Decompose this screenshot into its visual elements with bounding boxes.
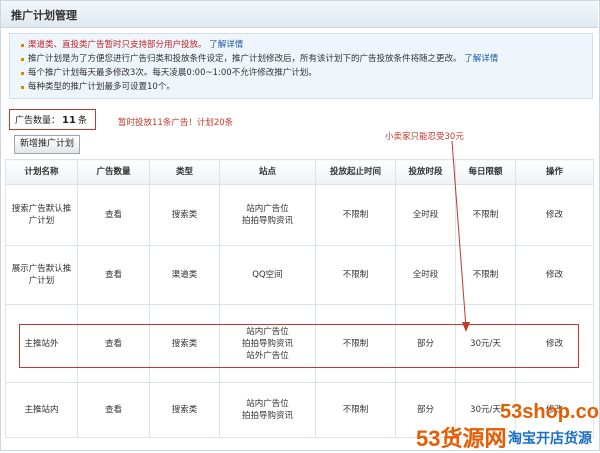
notice-item: 每个推广计划每天最多修改3次。每天凌晨0:00~1:00不允许修改推广计划。 <box>21 66 592 80</box>
plan-time-slot: 全时段 <box>395 184 456 246</box>
plan-daily-limit: 不限制 <box>455 245 516 305</box>
site-item: 拍拍导购资讯 <box>241 338 293 349</box>
plan-period: 不限制 <box>315 382 396 438</box>
view-ads-link[interactable]: 查看 <box>77 382 150 438</box>
plan-sites: 站内广告位 拍拍导购资讯 <box>219 184 316 246</box>
plan-time-slot: 全时段 <box>395 245 456 305</box>
ad-count-unit: 条 <box>77 116 87 126</box>
site-item: 站内广告位 <box>246 399 289 409</box>
view-ads-link[interactable]: 查看 <box>77 304 150 383</box>
plan-sites: QQ空间 <box>219 245 316 305</box>
site-item: 站外广告位 <box>246 350 289 361</box>
plan-period: 不限制 <box>315 245 396 305</box>
plan-daily-limit: 不限制 <box>455 184 516 246</box>
watermark-brand: 53货源网 <box>416 426 507 451</box>
plan-period: 不限制 <box>315 304 396 383</box>
edit-link[interactable]: 修改 <box>515 304 594 383</box>
plan-name-link[interactable]: 搜索广告默认推广计划 <box>5 184 78 246</box>
table-row: 搜索广告默认推广计划 查看 搜索类 站内广告位 拍拍导购资讯 不限制 全时段 不… <box>5 184 594 246</box>
plan-name-link[interactable]: 主推站内 <box>5 382 78 438</box>
learn-more-link[interactable]: 了解详情 <box>209 40 243 50</box>
ad-count-summary: 广告数量： 11 条 <box>15 113 87 126</box>
edit-link[interactable]: 修改 <box>515 184 594 246</box>
notice-highlight-text: 渠道类、直投类广告暂时只支持部分用户投放。 <box>28 40 207 50</box>
table-row: 主推站外 查看 搜索类 站内广告位 拍拍导购资讯 站外广告位 不限制 部分 30… <box>5 304 594 383</box>
plan-sites: 站内广告位 拍拍导购资讯 站外广告位 <box>219 304 316 383</box>
plan-sites: 站内广告位 拍拍导购资讯 <box>219 382 316 438</box>
learn-more-link[interactable]: 了解详情 <box>464 54 498 64</box>
site-item: 拍拍导购资讯 <box>241 411 293 421</box>
notice-text: 每种类型的推广计划最多可设置10个。 <box>28 82 175 92</box>
annotation-budget: 小卖家只能忍受30元 <box>385 132 464 142</box>
watermark-slogan: 淘宝开店货源 <box>508 430 592 446</box>
plan-daily-limit: 30元/天 <box>455 304 516 383</box>
plan-type: 渠道类 <box>149 245 220 305</box>
watermark-site: 53shop.com <box>500 401 600 423</box>
col-header-name: 计划名称 <box>5 159 78 185</box>
table-row: 展示广告默认推广计划 查看 渠道类 QQ空间 不限制 全时段 不限制 修改 <box>5 245 594 305</box>
edit-link-disabled: 修改 <box>515 245 594 305</box>
annotation-ad-count: 暂时投放11条广告！计划20条 <box>118 118 234 128</box>
time-slot-link[interactable]: 部分 <box>395 304 456 383</box>
col-header-period: 投放起止时间 <box>315 159 396 185</box>
notice-item: 每种类型的推广计划最多可设置10个。 <box>21 80 592 94</box>
plan-type: 搜索类 <box>149 304 220 383</box>
plan-type: 搜索类 <box>149 382 220 438</box>
col-header-type: 类型 <box>149 159 220 185</box>
notice-text: 每个推广计划每天最多修改3次。每天凌晨0:00~1:00不允许修改推广计划。 <box>28 68 317 78</box>
notice-item: 推广计划是为了方便您进行广告归类和投放条件设定，推广计划修改后，所有该计划下的广… <box>21 52 592 66</box>
notice-item: 渠道类、直投类广告暂时只支持部分用户投放。 了解详情 <box>21 38 592 52</box>
plan-name-link[interactable]: 主推站外 <box>5 304 78 383</box>
table-header-row: 计划名称 广告数量 类型 站点 投放起止时间 投放时段 每日限额 操作 <box>5 159 594 185</box>
plan-type: 搜索类 <box>149 184 220 246</box>
view-ads-link[interactable]: 查看 <box>77 184 150 246</box>
site-item: 站内广告位 <box>246 204 289 214</box>
site-item: QQ空间 <box>252 270 283 280</box>
notice-box: 渠道类、直投类广告暂时只支持部分用户投放。 了解详情 推广计划是为了方便您进行广… <box>9 33 593 99</box>
col-header-actions: 操作 <box>515 159 594 185</box>
col-header-daily-limit: 每日限额 <box>455 159 516 185</box>
plan-name-link[interactable]: 展示广告默认推广计划 <box>5 245 78 305</box>
page-title: 推广计划管理 <box>11 9 77 22</box>
plan-period: 不限制 <box>315 184 396 246</box>
site-item: 拍拍导购资讯 <box>241 216 293 226</box>
col-header-time-slot: 投放时段 <box>395 159 456 185</box>
site-item: 站内广告位 <box>246 326 289 337</box>
panel-header: 推广计划管理 <box>1 1 598 28</box>
plans-table: 计划名称 广告数量 类型 站点 投放起止时间 投放时段 每日限额 操作 搜索广告… <box>5 159 594 438</box>
col-header-ad-count: 广告数量 <box>77 159 150 185</box>
notice-text: 推广计划是为了方便您进行广告归类和投放条件设定，推广计划修改后，所有该计划下的广… <box>28 54 462 64</box>
ad-count-value: 11 <box>62 115 76 126</box>
view-ads-link[interactable]: 查看 <box>77 245 150 305</box>
new-plan-button[interactable]: 新增推广计划 <box>14 135 80 154</box>
col-header-site: 站点 <box>219 159 316 185</box>
ad-count-label: 广告数量： <box>15 116 61 126</box>
